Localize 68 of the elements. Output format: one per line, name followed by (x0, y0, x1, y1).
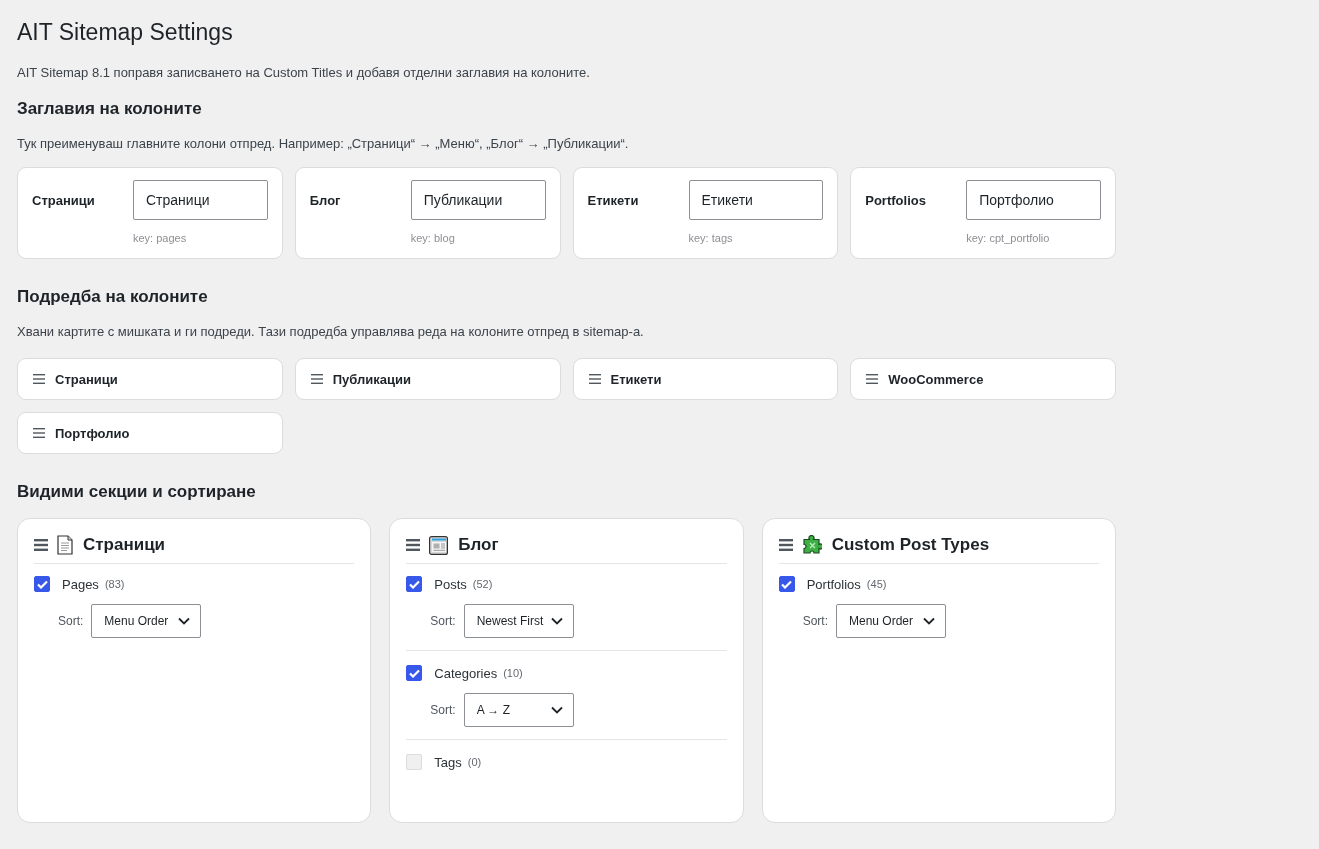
checkbox-label: Tags (434, 754, 462, 770)
section-heading: Подредба на колоните (17, 286, 209, 308)
sort-label: Sort: (802, 614, 828, 628)
chevron-down-icon (550, 617, 563, 625)
text-input[interactable]: Страници (133, 180, 268, 220)
drag-handle-icon[interactable] (34, 539, 48, 551)
checkbox-label: Posts (434, 576, 467, 592)
drag-handle-icon[interactable] (866, 374, 879, 384)
key-hint: key: pages (133, 231, 188, 245)
text-input[interactable]: Портфолио (966, 180, 1101, 220)
sortable-column-card[interactable]: Страници (17, 358, 283, 400)
section-description: Хвани картите с мишката и ги подреди. Тази подредба управлява реда на колоните отпред в sitemap-а. (17, 323, 645, 341)
sort-label: Sort: (430, 703, 456, 717)
field-label: Етикети (587, 192, 640, 208)
item-count: (45) (866, 578, 887, 590)
sortable-column-card[interactable]: Етикети (572, 358, 839, 400)
section-heading: Видими секции и сортиране (17, 481, 257, 503)
checkbox-label: Categories (434, 665, 498, 681)
sort-select[interactable]: Newest First (463, 604, 574, 638)
panel-title: Блог (458, 535, 499, 555)
item-count: (0) (467, 756, 482, 768)
checkbox-label: Portfolios (806, 576, 861, 592)
checkmark-icon (36, 579, 48, 589)
section-heading: Заглавия на колоните (17, 98, 203, 120)
sort-label: Sort: (430, 614, 456, 628)
section-description: Тук преименуваш главните колони отпред. Например: „Страници“ → „Меню“, „Блог“ → „Публикации“. (17, 135, 630, 153)
drag-handle-icon[interactable] (33, 428, 45, 438)
sortable-column-card[interactable]: WooCommerce (850, 358, 1116, 400)
key-hint: key: blog (410, 231, 456, 245)
checkbox[interactable] (778, 576, 795, 592)
sort-select[interactable]: Menu Order (836, 604, 946, 638)
drag-handle-icon[interactable] (310, 374, 323, 384)
checkmark-icon (781, 579, 793, 589)
key-hint: key: cpt_portfolio (966, 231, 1051, 245)
item-count: (83) (104, 578, 125, 590)
chevron-down-icon (550, 706, 563, 714)
drag-handle-icon[interactable] (778, 539, 793, 551)
item-count: (10) (503, 667, 523, 679)
puzzle-piece-icon (801, 535, 822, 555)
key-hint: key: tags (688, 231, 734, 245)
chevron-down-icon (923, 617, 935, 625)
panel-title: Custom Post Types (831, 535, 990, 555)
sort-select[interactable]: Menu Order (91, 604, 202, 638)
sort-label: Sort: (58, 614, 84, 628)
page-title: AIT Sitemap Settings (17, 18, 233, 46)
sort-select[interactable]: A → Z (463, 693, 574, 727)
item-count: (52) (472, 578, 493, 590)
field-label: Блог (309, 192, 342, 208)
sortable-column-card[interactable]: Портфолио (17, 412, 283, 454)
checkbox[interactable] (34, 576, 50, 592)
chevron-down-icon (178, 617, 191, 625)
text-input[interactable]: Етикети (688, 180, 824, 220)
drag-handle-icon[interactable] (588, 374, 601, 384)
field-label: Portfolios (865, 192, 927, 208)
drag-handle-icon[interactable] (406, 539, 421, 551)
checkbox[interactable] (406, 576, 423, 592)
field-label: Страници (32, 192, 96, 208)
sortable-column-card[interactable]: Публикации (294, 358, 561, 400)
drag-handle-icon[interactable] (33, 374, 45, 384)
checkmark-icon (408, 668, 420, 678)
panel-title: Страници (83, 535, 166, 555)
checkmark-icon (408, 579, 420, 589)
checkbox-label: Pages (62, 576, 99, 592)
text-input[interactable]: Публикации (410, 180, 546, 220)
notice-text: AIT Sitemap 8.1 поправя записването на Custom Titles и добавя отделни заглавия на колоните. (17, 64, 591, 82)
checkbox[interactable] (406, 665, 423, 681)
document-icon (57, 535, 73, 555)
newspaper-icon (429, 535, 449, 555)
